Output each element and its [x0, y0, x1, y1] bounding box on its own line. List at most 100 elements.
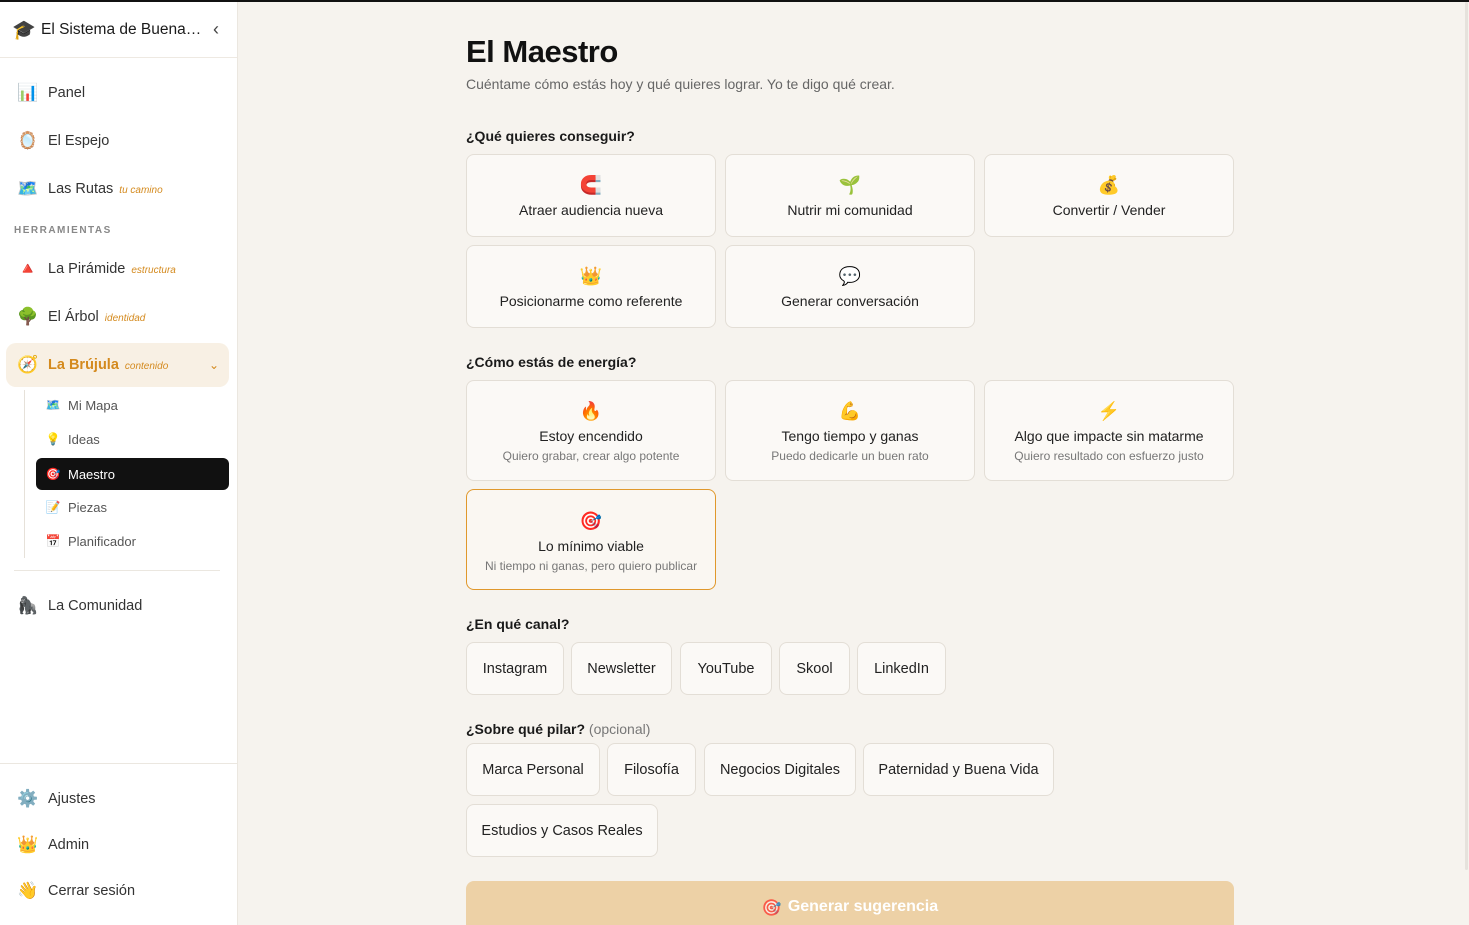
app-title: El Sistema de Buena Vida: [41, 20, 203, 38]
goal-card-nutrir[interactable]: 🌱 Nutrir mi comunidad: [725, 154, 975, 237]
sub-item-label: Maestro: [68, 466, 115, 482]
sidebar-item-label: Las Rutas: [48, 181, 114, 197]
pillar-optional-note: (opcional): [588, 721, 651, 737]
target-icon: 🎯: [579, 511, 603, 531]
sidebar-divider: [14, 570, 220, 571]
sidebar-item-la-comunidad[interactable]: 🦍 La Comunidad: [6, 584, 229, 628]
goal-card-conversacion[interactable]: 💬 Generar conversación: [725, 245, 975, 328]
sidebar-item-label: Panel: [48, 85, 86, 101]
chevron-down-icon[interactable]: ⌄: [209, 358, 219, 372]
sidebar-item-admin[interactable]: 👑 Admin: [6, 823, 229, 867]
goal-card-atraer[interactable]: 🧲 Atraer audiencia nueva: [466, 154, 716, 237]
goal-card-label: Nutrir mi comunidad: [787, 202, 913, 218]
gorilla-icon: 🦍: [17, 596, 39, 615]
section-label-herramientas: HERRAMIENTAS: [14, 225, 112, 236]
energy-card-description: Puedo dedicarle un buen rato: [771, 449, 929, 463]
goal-card-posicionarme[interactable]: 👑 Posicionarme como referente: [466, 245, 716, 328]
gear-icon: ⚙️: [17, 789, 39, 808]
tree-icon: 🌳: [17, 307, 39, 326]
channel-pill-youtube[interactable]: YouTube: [680, 642, 772, 695]
sidebar-item-la-brujula[interactable]: 🧭 La Brújula contenido ⌄: [6, 343, 229, 387]
sidebar-item-label: El Árbol: [48, 309, 99, 325]
pillar-pill-estudios[interactable]: Estudios y Casos Reales: [466, 804, 658, 857]
map-icon: 🗺️: [17, 179, 39, 198]
sub-item-ideas[interactable]: 💡 Ideas: [36, 423, 229, 455]
crown-icon: 👑: [17, 835, 39, 854]
sidebar-item-tag: tu camino: [119, 185, 163, 196]
sidebar-header: 🎓 El Sistema de Buena Vida ‹: [0, 2, 237, 58]
energy-card-encendido[interactable]: 🔥 Estoy encendido Quiero grabar, crear a…: [466, 380, 716, 481]
pillar-pill-paternidad[interactable]: Paternidad y Buena Vida: [863, 743, 1054, 796]
sidebar: 🎓 El Sistema de Buena Vida ‹ 📊 Panel 🪞 E…: [0, 2, 238, 925]
goal-card-label: Generar conversación: [781, 293, 919, 309]
compass-icon: 🧭: [17, 355, 39, 374]
sidebar-item-label: Cerrar sesión: [48, 883, 136, 899]
lightning-icon: ⚡: [1097, 401, 1121, 421]
calendar-icon: 📅: [45, 534, 61, 548]
page-scrollbar[interactable]: [1465, 2, 1468, 870]
collapse-sidebar-chevron-icon[interactable]: ‹: [207, 19, 225, 40]
magnet-icon: 🧲: [579, 175, 603, 195]
generate-suggestion-button[interactable]: 🎯 Generar sugerencia: [466, 881, 1234, 925]
pillar-pill-filosofia[interactable]: Filosofía: [607, 743, 696, 796]
bar-chart-icon: 📊: [17, 83, 39, 102]
flexed-biceps-icon: 💪: [838, 401, 862, 421]
channel-question: ¿En qué canal?: [466, 616, 570, 632]
sidebar-item-panel[interactable]: 📊 Panel: [6, 71, 229, 115]
energy-card-tiempo[interactable]: 💪 Tengo tiempo y ganas Puedo dedicarle u…: [725, 380, 975, 481]
sidebar-item-las-rutas[interactable]: 🗺️ Las Rutas tu camino: [6, 167, 229, 211]
sidebar-item-tag: identidad: [104, 313, 146, 324]
sidebar-item-label: La Pirámide: [48, 261, 126, 277]
speech-bubble-icon: 💬: [838, 266, 862, 286]
sub-item-maestro[interactable]: 🎯 Maestro: [36, 458, 229, 490]
energy-card-minimo-viable[interactable]: 🎯 Lo mínimo viable Ni tiempo ni ganas, p…: [466, 489, 716, 590]
energy-card-label: Algo que impacte sin matarme: [1014, 428, 1204, 444]
energy-card-description: Quiero resultado con esfuerzo justo: [1014, 449, 1204, 463]
seedling-icon: 🌱: [838, 175, 862, 195]
sidebar-item-label: Ajustes: [48, 791, 96, 807]
energy-card-label: Lo mínimo viable: [538, 538, 644, 554]
sidebar-item-tag: contenido: [124, 361, 169, 372]
sidebar-item-ajustes[interactable]: ⚙️ Ajustes: [6, 777, 229, 821]
waving-hand-icon: 👋: [17, 881, 39, 900]
sidebar-item-el-espejo[interactable]: 🪞 El Espejo: [6, 119, 229, 163]
sidebar-item-label: La Brújula: [48, 357, 119, 373]
map-icon: 🗺️: [45, 398, 61, 412]
sub-item-mi-mapa[interactable]: 🗺️ Mi Mapa: [36, 389, 229, 421]
memo-icon: 📝: [45, 500, 61, 514]
sidebar-item-la-piramide[interactable]: 🔺 La Pirámide estructura: [6, 247, 229, 291]
sidebar-item-el-arbol[interactable]: 🌳 El Árbol identidad: [6, 295, 229, 339]
sidebar-item-label: Admin: [48, 837, 90, 853]
energy-card-impacte[interactable]: ⚡ Algo que impacte sin matarme Quiero re…: [984, 380, 1234, 481]
graduation-cap-icon: 🎓: [12, 19, 36, 41]
goal-card-label: Posicionarme como referente: [499, 293, 683, 309]
sidebar-item-cerrar-sesion[interactable]: 👋 Cerrar sesión: [6, 869, 229, 913]
page-title: El Maestro: [466, 34, 618, 69]
goal-question: ¿Qué quieres conseguir?: [466, 128, 635, 144]
sidebar-bottom-divider: [0, 763, 237, 764]
window-top-border: [0, 0, 1469, 2]
energy-card-description: Ni tiempo ni ganas, pero quiero publicar: [484, 559, 698, 573]
sub-item-label: Planificador: [68, 533, 136, 549]
generate-suggestion-label: Generar sugerencia: [787, 898, 939, 915]
goal-card-label: Atraer audiencia nueva: [519, 202, 663, 218]
channel-pill-linkedin[interactable]: LinkedIn: [857, 642, 946, 695]
sub-item-planificador[interactable]: 📅 Planificador: [36, 525, 229, 557]
target-icon: 🎯: [45, 467, 61, 481]
crown-icon: 👑: [579, 266, 603, 286]
pillar-question: ¿Sobre qué pilar? (opcional): [466, 721, 650, 737]
channel-pill-newsletter[interactable]: Newsletter: [571, 642, 672, 695]
channel-pill-skool[interactable]: Skool: [779, 642, 850, 695]
goal-card-convertir[interactable]: 💰 Convertir / Vender: [984, 154, 1234, 237]
channel-pill-instagram[interactable]: Instagram: [466, 642, 564, 695]
energy-card-label: Tengo tiempo y ganas: [781, 428, 919, 444]
pillar-pill-marca-personal[interactable]: Marca Personal: [466, 743, 600, 796]
pillar-pill-negocios-digitales[interactable]: Negocios Digitales: [704, 743, 856, 796]
sub-item-label: Ideas: [68, 431, 100, 447]
goal-card-label: Convertir / Vender: [1052, 202, 1166, 218]
sub-item-label: Mi Mapa: [68, 397, 118, 413]
sidebar-item-tag: estructura: [131, 265, 176, 276]
pillar-question-text: ¿Sobre qué pilar?: [466, 721, 586, 737]
fire-icon: 🔥: [579, 401, 603, 421]
sub-item-piezas[interactable]: 📝 Piezas: [36, 491, 229, 523]
